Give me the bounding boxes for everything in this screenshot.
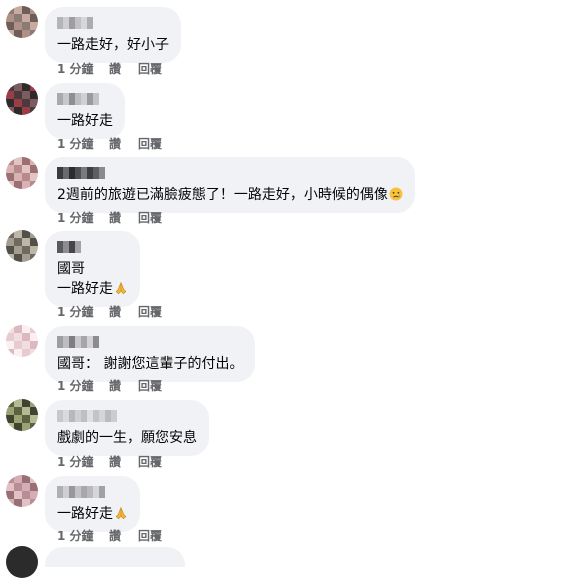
comment-bubble: 2週前的旅遊已滿臉疲態了！一路走好，小時候的偶像 [45,157,415,213]
reply-button[interactable]: 回覆 [138,379,162,393]
timestamp-link[interactable]: 1 分鐘 [57,62,109,76]
comment-bubble: 一路好走 [45,83,125,139]
like-button[interactable]: 讚 [109,529,138,543]
comment-text: 一路好走 [57,113,113,129]
comment-bubble: 一路走好，好小子 [45,7,181,63]
timestamp-link[interactable]: 1 分鐘 [57,529,109,543]
reply-button[interactable]: 回覆 [138,211,162,225]
avatar[interactable] [6,475,38,507]
comment-actions: 1 分鐘 讚 回覆 [57,379,162,393]
commenter-name[interactable] [57,17,169,29]
comment-text: 一路好走 [57,504,128,524]
reply-button[interactable]: 回覆 [138,455,162,469]
timestamp-link[interactable]: 1 分鐘 [57,379,109,393]
folded-hands-icon [114,281,128,295]
commenter-name[interactable] [57,486,128,498]
comment-actions: 1 分鐘 讚 回覆 [57,529,162,543]
avatar[interactable] [6,6,38,38]
commenter-name[interactable] [57,93,113,105]
like-button[interactable]: 讚 [109,62,138,76]
reply-button[interactable]: 回覆 [138,62,162,76]
comment-bubble [45,547,185,567]
comment-actions: 1 分鐘 讚 回覆 [57,305,162,319]
reply-button[interactable]: 回覆 [138,529,162,543]
comment-bubble: 戲劇的一生，願您安息 [45,400,209,456]
commenter-name[interactable] [57,336,243,348]
avatar[interactable] [6,399,38,431]
commenter-name[interactable] [57,410,197,422]
timestamp-link[interactable]: 1 分鐘 [57,211,109,225]
timestamp-link[interactable]: 1 分鐘 [57,305,109,319]
avatar[interactable] [6,230,38,262]
like-button[interactable]: 讚 [109,137,138,151]
folded-hands-icon [114,506,128,520]
comment-actions: 1 分鐘 讚 回覆 [57,137,162,151]
timestamp-link[interactable]: 1 分鐘 [57,137,109,151]
like-button[interactable]: 讚 [109,305,138,319]
like-button[interactable]: 讚 [109,455,138,469]
avatar[interactable] [6,325,38,357]
comment-text: 一路走好，好小子 [57,37,169,53]
crying-face-icon [389,187,403,201]
comment-text: 戲劇的一生，願您安息 [57,430,197,446]
comment-text: 國哥 [57,261,85,277]
comment-bubble: 國哥 一路好走 [45,231,140,307]
comment-actions: 1 分鐘 讚 回覆 [57,455,162,469]
like-button[interactable]: 讚 [109,211,138,225]
comment-actions: 1 分鐘 讚 回覆 [57,211,162,225]
comment-text: 一路好走 [57,279,128,299]
avatar[interactable] [6,546,38,578]
timestamp-link[interactable]: 1 分鐘 [57,455,109,469]
comment-bubble: 一路好走 [45,476,140,532]
comment-list: 一路走好，好小子 1 分鐘 讚 回覆 一路好走 1 分鐘 讚 回覆 2週前的旅遊… [0,0,576,578]
comment-bubble: 國哥： 謝謝您這輩子的付出。 [45,326,256,382]
commenter-name[interactable] [57,167,403,179]
avatar[interactable] [6,83,38,115]
like-button[interactable]: 讚 [109,379,138,393]
commenter-name[interactable] [57,241,128,253]
comment-actions: 1 分鐘 讚 回覆 [57,62,162,76]
comment-text: 國哥： 謝謝您這輩子的付出。 [57,356,244,372]
comment-text: 2週前的旅遊已滿臉疲態了！一路走好，小時候的偶像 [57,185,403,205]
reply-button[interactable]: 回覆 [138,137,162,151]
reply-button[interactable]: 回覆 [138,305,162,319]
avatar[interactable] [6,157,38,189]
